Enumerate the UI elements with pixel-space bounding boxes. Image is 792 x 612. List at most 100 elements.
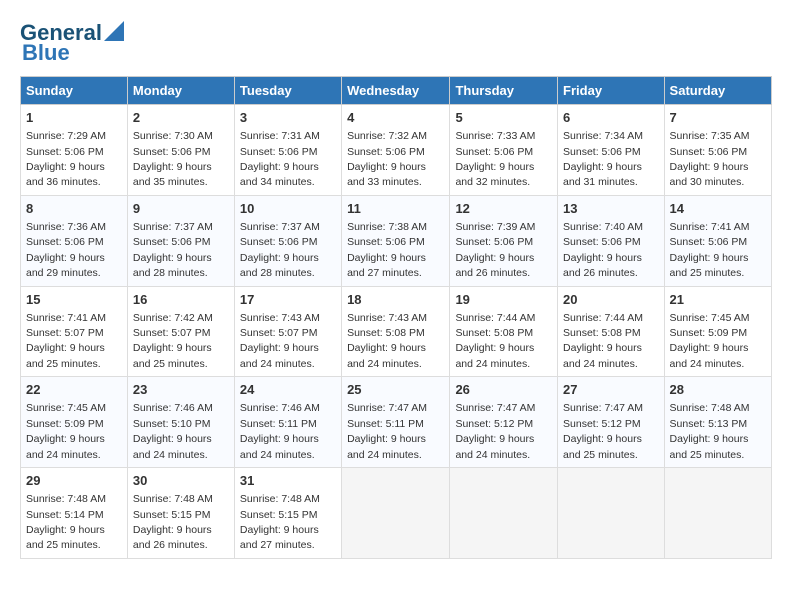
day-info: Sunrise: 7:47 AM Sunset: 5:12 PM Dayligh… [563,402,643,460]
day-number: 20 [563,291,659,309]
day-info: Sunrise: 7:43 AM Sunset: 5:07 PM Dayligh… [240,312,320,370]
day-cell: 15Sunrise: 7:41 AM Sunset: 5:07 PM Dayli… [21,286,128,377]
day-cell: 4 Sunrise: 7:32 AM Sunset: 5:06 PM Daylig… [342,105,450,196]
day-cell: 9 Sunrise: 7:37 AM Sunset: 5:06 PM Daylig… [127,195,234,286]
day-info: Sunrise: 7:44 AM Sunset: 5:08 PM Dayligh… [455,312,535,370]
day-info: Sunrise: 7:48 AM Sunset: 5:15 PM Dayligh… [240,493,320,551]
day-number: 24 [240,381,336,399]
day-cell: 8 Sunrise: 7:36 AM Sunset: 5:06 PM Daylig… [21,195,128,286]
day-number: 8 [26,200,122,218]
day-number: 19 [455,291,552,309]
day-cell: 10 Sunrise: 7:37 AM Sunset: 5:06 PM Dayli… [234,195,341,286]
day-number: 12 [455,200,552,218]
day-number: 25 [347,381,444,399]
day-info: Sunrise: 7:46 AM Sunset: 5:10 PM Dayligh… [133,402,213,460]
day-number: 29 [26,472,122,490]
day-cell: 23 Sunrise: 7:46 AM Sunset: 5:10 PM Dayli… [127,377,234,468]
day-info: Sunrise: 7:35 AM Sunset: 5:06 PM Dayligh… [670,130,750,188]
day-cell: 18 Sunrise: 7:43 AM Sunset: 5:08 PM Dayli… [342,286,450,377]
day-info: Sunrise: 7:45 AM Sunset: 5:09 PM Dayligh… [26,402,106,460]
day-cell [450,468,558,559]
day-cell: 24 Sunrise: 7:46 AM Sunset: 5:11 PM Dayli… [234,377,341,468]
day-info: Sunrise: 7:39 AM Sunset: 5:06 PM Dayligh… [455,221,535,279]
day-info: Sunrise: 7:47 AM Sunset: 5:11 PM Dayligh… [347,402,427,460]
day-info: Sunrise: 7:44 AM Sunset: 5:08 PM Dayligh… [563,312,643,370]
col-header-thursday: Thursday [450,77,558,105]
day-cell: 21 Sunrise: 7:45 AM Sunset: 5:09 PM Dayli… [664,286,771,377]
day-number: 9 [133,200,229,218]
week-row-4: 22 Sunrise: 7:45 AM Sunset: 5:09 PM Dayli… [21,377,772,468]
day-number: 22 [26,381,122,399]
day-number: 5 [455,109,552,127]
day-info: Sunrise: 7:32 AM Sunset: 5:06 PM Dayligh… [347,130,427,188]
day-number: 7 [670,109,766,127]
day-info: Sunrise: 7:45 AM Sunset: 5:09 PM Dayligh… [670,312,750,370]
day-info: Sunrise: 7:37 AM Sunset: 5:06 PM Dayligh… [240,221,320,279]
day-cell: 1Sunrise: 7:29 AM Sunset: 5:06 PM Daylig… [21,105,128,196]
page-header: General Blue [20,20,772,66]
day-number: 3 [240,109,336,127]
day-cell [558,468,665,559]
day-number: 6 [563,109,659,127]
day-number: 26 [455,381,552,399]
col-header-monday: Monday [127,77,234,105]
day-info: Sunrise: 7:46 AM Sunset: 5:11 PM Dayligh… [240,402,320,460]
day-cell: 26Sunrise: 7:47 AM Sunset: 5:12 PM Dayli… [450,377,558,468]
day-info: Sunrise: 7:48 AM Sunset: 5:14 PM Dayligh… [26,493,106,551]
day-cell [342,468,450,559]
logo-icon [104,21,124,41]
col-header-friday: Friday [558,77,665,105]
day-info: Sunrise: 7:42 AM Sunset: 5:07 PM Dayligh… [133,312,213,370]
day-cell: 25 Sunrise: 7:47 AM Sunset: 5:11 PM Dayli… [342,377,450,468]
day-info: Sunrise: 7:37 AM Sunset: 5:06 PM Dayligh… [133,221,213,279]
day-number: 21 [670,291,766,309]
day-info: Sunrise: 7:33 AM Sunset: 5:06 PM Dayligh… [455,130,535,188]
calendar-table: SundayMondayTuesdayWednesdayThursdayFrid… [20,76,772,559]
col-header-tuesday: Tuesday [234,77,341,105]
day-cell: 11 Sunrise: 7:38 AM Sunset: 5:06 PM Dayli… [342,195,450,286]
day-info: Sunrise: 7:48 AM Sunset: 5:15 PM Dayligh… [133,493,213,551]
day-cell: 2Sunrise: 7:30 AM Sunset: 5:06 PM Daylig… [127,105,234,196]
day-number: 23 [133,381,229,399]
day-info: Sunrise: 7:41 AM Sunset: 5:07 PM Dayligh… [26,312,106,370]
day-cell: 30 Sunrise: 7:48 AM Sunset: 5:15 PM Dayli… [127,468,234,559]
day-number: 16 [133,291,229,309]
day-cell: 16 Sunrise: 7:42 AM Sunset: 5:07 PM Dayli… [127,286,234,377]
day-number: 31 [240,472,336,490]
day-info: Sunrise: 7:40 AM Sunset: 5:06 PM Dayligh… [563,221,643,279]
day-cell: 20 Sunrise: 7:44 AM Sunset: 5:08 PM Dayli… [558,286,665,377]
day-info: Sunrise: 7:31 AM Sunset: 5:06 PM Dayligh… [240,130,320,188]
day-number: 27 [563,381,659,399]
day-cell: 12 Sunrise: 7:39 AM Sunset: 5:06 PM Dayli… [450,195,558,286]
day-cell: 27 Sunrise: 7:47 AM Sunset: 5:12 PM Dayli… [558,377,665,468]
day-cell [664,468,771,559]
day-info: Sunrise: 7:38 AM Sunset: 5:06 PM Dayligh… [347,221,427,279]
day-cell: 3 Sunrise: 7:31 AM Sunset: 5:06 PM Daylig… [234,105,341,196]
col-header-wednesday: Wednesday [342,77,450,105]
day-cell: 14Sunrise: 7:41 AM Sunset: 5:06 PM Dayli… [664,195,771,286]
day-number: 17 [240,291,336,309]
day-number: 28 [670,381,766,399]
day-info: Sunrise: 7:43 AM Sunset: 5:08 PM Dayligh… [347,312,427,370]
day-cell: 19 Sunrise: 7:44 AM Sunset: 5:08 PM Dayli… [450,286,558,377]
day-number: 30 [133,472,229,490]
day-cell: 6Sunrise: 7:34 AM Sunset: 5:06 PM Daylig… [558,105,665,196]
logo-blue: Blue [22,40,70,66]
col-header-saturday: Saturday [664,77,771,105]
day-number: 10 [240,200,336,218]
week-row-2: 8 Sunrise: 7:36 AM Sunset: 5:06 PM Daylig… [21,195,772,286]
day-cell: 22 Sunrise: 7:45 AM Sunset: 5:09 PM Dayli… [21,377,128,468]
day-cell: 28Sunrise: 7:48 AM Sunset: 5:13 PM Dayli… [664,377,771,468]
day-info: Sunrise: 7:29 AM Sunset: 5:06 PM Dayligh… [26,130,106,188]
day-info: Sunrise: 7:36 AM Sunset: 5:06 PM Dayligh… [26,221,106,279]
day-number: 11 [347,200,444,218]
header-row: SundayMondayTuesdayWednesdayThursdayFrid… [21,77,772,105]
day-number: 14 [670,200,766,218]
day-cell: 31 Sunrise: 7:48 AM Sunset: 5:15 PM Dayli… [234,468,341,559]
day-number: 13 [563,200,659,218]
week-row-5: 29 Sunrise: 7:48 AM Sunset: 5:14 PM Dayli… [21,468,772,559]
week-row-1: 1Sunrise: 7:29 AM Sunset: 5:06 PM Daylig… [21,105,772,196]
day-number: 18 [347,291,444,309]
day-cell: 13 Sunrise: 7:40 AM Sunset: 5:06 PM Dayli… [558,195,665,286]
day-number: 4 [347,109,444,127]
